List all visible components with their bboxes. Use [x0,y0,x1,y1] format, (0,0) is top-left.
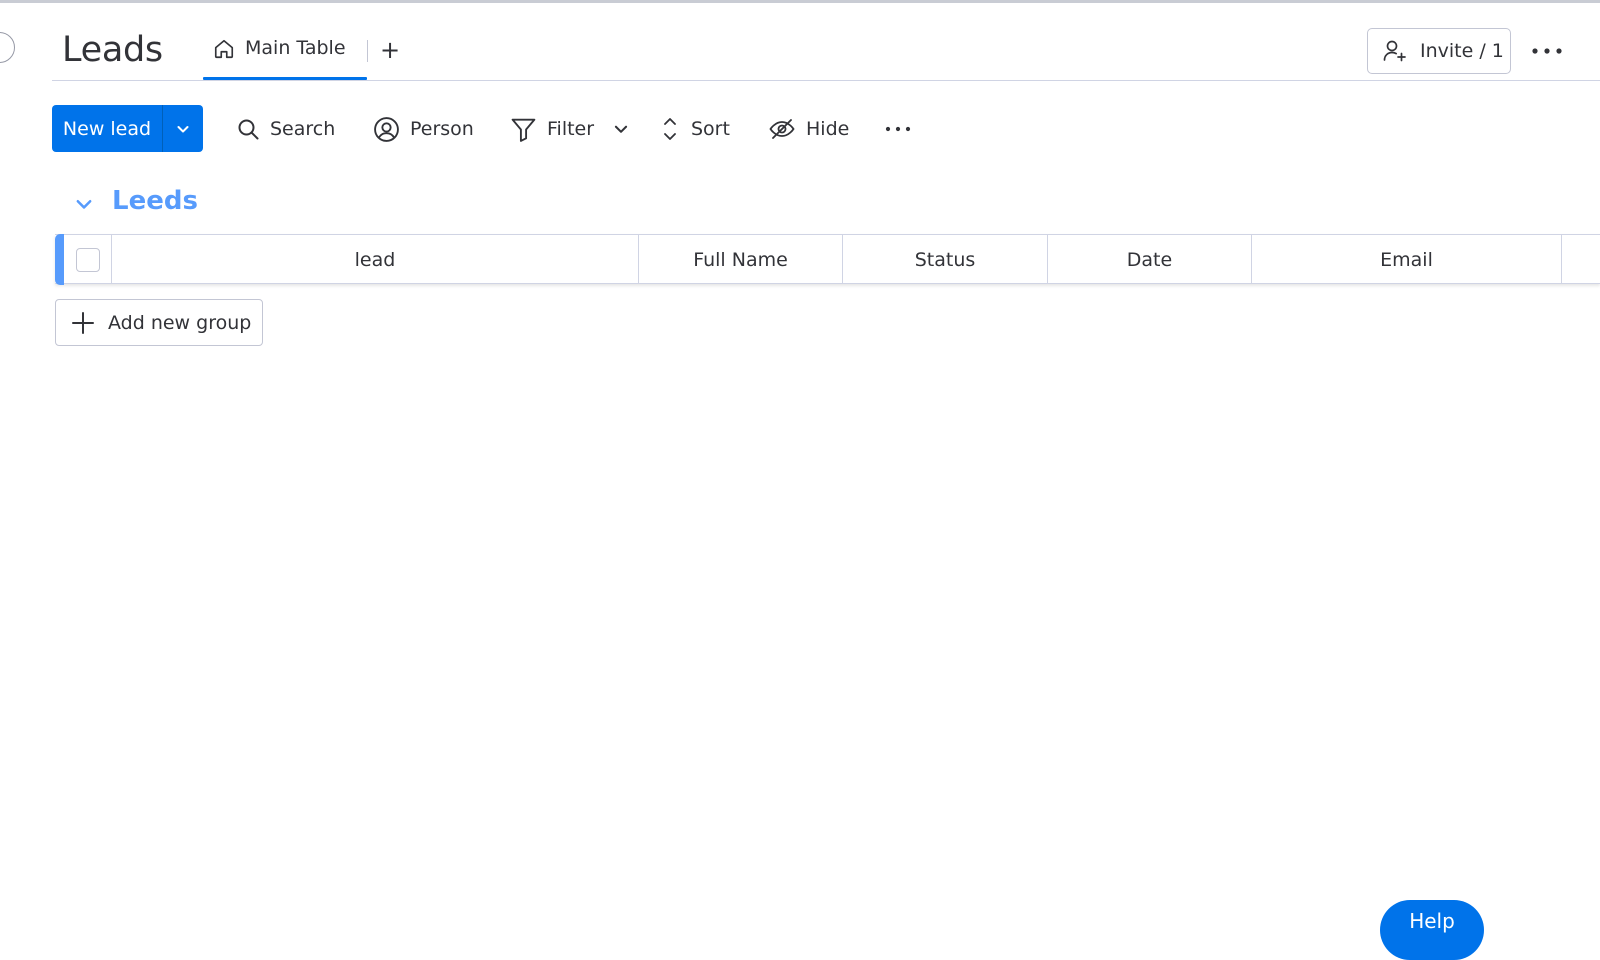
new-lead-button[interactable]: New lead [52,105,203,152]
top-border [0,0,1600,3]
hide-label: Hide [806,118,850,140]
column-header-date[interactable]: Date [1048,235,1252,284]
sort-icon [659,115,681,143]
add-view-button[interactable]: + [378,38,402,64]
search-button[interactable]: Search [236,109,335,149]
board-title[interactable]: Leads [62,30,163,70]
add-new-group-button[interactable]: Add new group [55,299,263,346]
hide-button[interactable]: Hide [768,109,849,149]
column-header-lead[interactable]: lead [112,235,639,284]
filter-label: Filter [547,118,595,140]
add-group-label: Add new group [108,311,252,334]
person-filter-button[interactable]: Person [373,109,474,149]
select-all-checkbox[interactable] [75,247,100,272]
tab-main-table[interactable]: Main Table [203,28,367,80]
group-table-header: lead Full Name Status Date Email [55,234,1600,285]
help-button[interactable]: Help [1380,900,1484,960]
column-header-email[interactable]: Email [1252,235,1562,284]
more-options-icon[interactable] [1530,38,1564,64]
tab-divider [367,40,368,62]
add-person-icon [1382,38,1408,64]
plus-icon [70,310,96,336]
column-header-full-name[interactable]: Full Name [639,235,843,284]
sidebar-toggle-button[interactable] [0,32,15,63]
tab-label: Main Table [245,37,346,59]
more-toolbar-icon[interactable] [884,109,912,149]
filter-icon [510,116,537,143]
group-title[interactable]: Leeds [112,186,198,216]
group-color-bar [55,234,64,285]
column-header-status[interactable]: Status [843,235,1048,284]
collapse-group-icon[interactable] [73,193,95,215]
chevron-down-icon[interactable] [612,120,630,138]
filter-button[interactable]: Filter [510,109,630,149]
home-icon [213,38,235,60]
sort-button[interactable]: Sort [659,109,730,149]
person-label: Person [410,118,474,140]
hide-eye-icon [768,117,796,141]
invite-label: Invite / 1 [1420,40,1504,62]
sort-label: Sort [691,118,730,140]
person-icon [373,116,400,143]
header-divider [52,80,1600,81]
search-label: Search [270,118,336,140]
new-lead-label[interactable]: New lead [52,105,162,152]
chevron-down-icon[interactable] [163,105,203,152]
search-icon [236,117,260,141]
invite-button[interactable]: Invite / 1 [1367,28,1511,74]
select-all-cell [64,235,112,284]
